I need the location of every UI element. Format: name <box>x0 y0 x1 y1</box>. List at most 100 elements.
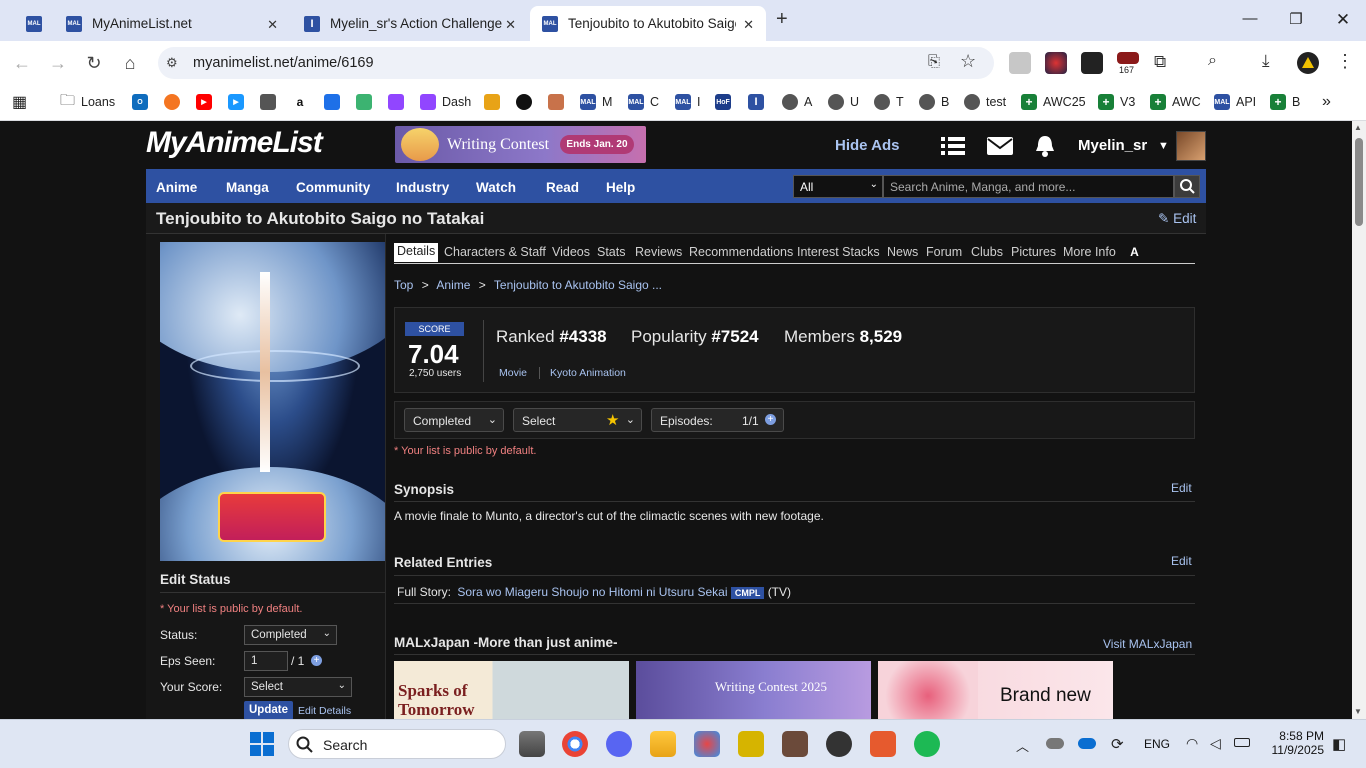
file-explorer-icon[interactable] <box>650 731 676 757</box>
notification-icon[interactable]: ◧ <box>1332 735 1346 753</box>
increment-icon[interactable]: + <box>311 655 322 666</box>
close-icon[interactable]: ✕ <box>505 17 516 33</box>
bookmark-api[interactable]: MAL API <box>1214 92 1256 112</box>
apps-grid-icon[interactable]: ▦ <box>12 92 27 112</box>
task-view-icon[interactable] <box>519 731 545 757</box>
chevron-down-icon[interactable]: ▼ <box>1158 140 1169 152</box>
forward-icon[interactable]: → <box>47 52 69 74</box>
tab-forum[interactable]: Forum <box>926 245 962 259</box>
search-category-select[interactable]: All ⌄ <box>793 175 883 198</box>
tab-clubs[interactable]: Clubs <box>971 245 1003 259</box>
discord-icon[interactable] <box>606 731 632 757</box>
language-indicator[interactable]: ENG <box>1144 737 1170 751</box>
bookmark-cat[interactable] <box>548 92 570 112</box>
tab-stats[interactable]: Stats <box>597 245 626 259</box>
extension-icon[interactable] <box>1081 52 1103 74</box>
bookmark-mal-m[interactable]: MAL M <box>580 92 612 112</box>
tab-more-info[interactable]: More Info <box>1063 245 1116 259</box>
onedrive-icon[interactable] <box>1078 738 1096 749</box>
tab-pictures[interactable]: Pictures <box>1011 245 1056 259</box>
bookmark-awc25[interactable]: + AWC25 <box>1021 92 1086 112</box>
hide-ads-link[interactable]: Hide Ads <box>835 137 899 154</box>
bookmark-test[interactable]: test <box>964 92 1006 112</box>
tab-search-icon[interactable]: ⌕ <box>1208 52 1217 70</box>
popularity-stat[interactable]: Popularity #7524 <box>631 327 759 347</box>
extension-icon[interactable] <box>1117 52 1139 64</box>
install-app-icon[interactable]: ⎘ <box>928 53 940 70</box>
bookmark-mal-c[interactable]: MAL C <box>628 92 659 112</box>
system-clock[interactable]: 8:58 PM 11/9/2025 <box>1266 729 1325 757</box>
bookmark-prime[interactable]: ▶ <box>228 92 250 112</box>
windows-start-icon[interactable] <box>250 732 274 756</box>
app-icon[interactable] <box>870 731 896 757</box>
bookmark-a[interactable]: A <box>782 92 812 112</box>
update-button[interactable]: Update <box>244 701 293 720</box>
puzzle-icon[interactable]: ⧉ <box>1154 52 1166 72</box>
bookmark-twitch[interactable] <box>388 92 410 112</box>
malxjapan-card[interactable]: Sparks of Tomorrow <box>394 661 629 719</box>
bell-icon[interactable] <box>1034 134 1056 158</box>
menu-community[interactable]: Community <box>296 180 370 195</box>
type-link[interactable]: Movie <box>499 367 527 379</box>
bookmark-crunchyroll[interactable] <box>164 92 186 112</box>
breadcrumb-anime[interactable]: Anime <box>436 278 470 292</box>
kebab-menu-icon[interactable]: ⋮ <box>1336 51 1354 72</box>
tab-pinned[interactable]: MAL <box>14 6 54 41</box>
bookmark-t[interactable]: T <box>874 92 904 112</box>
menu-anime[interactable]: Anime <box>156 180 197 195</box>
tab-videos[interactable]: Videos <box>552 245 590 259</box>
sync-icon[interactable]: ⟳ <box>1111 735 1124 753</box>
score-select[interactable]: Select ⌄ <box>244 677 352 697</box>
battery-icon[interactable] <box>1234 738 1250 747</box>
wifi-icon[interactable]: ◠ <box>1186 735 1198 752</box>
bookmark-hof[interactable]: HoF <box>715 92 737 112</box>
malxjapan-card[interactable]: Writing Contest 2025 <box>636 661 871 719</box>
episodes-field[interactable]: Episodes: 1/1 + <box>651 408 784 432</box>
search-input[interactable]: Search Anime, Manga, and more... <box>883 175 1174 198</box>
site-info-icon[interactable]: ⚙ <box>166 55 178 71</box>
anime-poster-image[interactable] <box>160 242 385 561</box>
edit-details-link[interactable]: Edit Details <box>298 705 351 717</box>
bookmark-b2[interactable]: + B <box>1270 92 1300 112</box>
list-icon[interactable] <box>941 136 965 156</box>
bookmark-imgur[interactable]: I <box>748 92 770 112</box>
breadcrumb-top[interactable]: Top <box>394 278 413 292</box>
extension-icon[interactable] <box>1045 52 1067 74</box>
list-score-select[interactable]: Select ★ ⌄ <box>513 408 642 432</box>
tab-recommendations[interactable]: Recommendations <box>689 245 793 259</box>
new-tab-icon[interactable]: + <box>776 8 788 31</box>
eps-seen-input[interactable]: 1 <box>244 651 288 671</box>
app-icon[interactable] <box>782 731 808 757</box>
breadcrumb-current[interactable]: Tenjoubito to Akutobito Saigo ... <box>494 278 662 292</box>
tab-interest-stacks[interactable]: Interest Stacks <box>797 245 880 259</box>
anilist-icon[interactable]: A <box>1127 245 1142 260</box>
avatar[interactable] <box>1176 131 1206 161</box>
mail-icon[interactable] <box>987 137 1013 155</box>
members-stat[interactable]: Members 8,529 <box>784 327 902 347</box>
bookmark-u[interactable]: U <box>828 92 859 112</box>
bookmark-amazon[interactable]: a <box>292 92 314 112</box>
tab-news[interactable]: News <box>887 245 918 259</box>
download-icon[interactable]: ⤓ <box>1262 51 1270 71</box>
studio-link[interactable]: Kyoto Animation <box>550 367 626 379</box>
close-icon[interactable]: ✕ <box>743 17 754 33</box>
ranked-stat[interactable]: Ranked #4338 <box>496 327 607 347</box>
obs-icon[interactable] <box>826 731 852 757</box>
profile-avatar[interactable] <box>1297 52 1319 74</box>
tab-reviews[interactable]: Reviews <box>635 245 682 259</box>
spotify-icon[interactable] <box>914 731 940 757</box>
scroll-down-icon[interactable]: ▼ <box>1354 707 1362 716</box>
search-button[interactable] <box>1174 175 1200 198</box>
app-icon[interactable] <box>738 731 764 757</box>
related-edit-link[interactable]: Edit <box>1171 554 1192 568</box>
status-select[interactable]: Completed ⌄ <box>244 625 337 645</box>
close-icon[interactable]: ✕ <box>267 17 278 33</box>
bookmark-youtube[interactable]: ▶ <box>196 92 218 112</box>
tray-chevron-icon[interactable]: ︿ <box>1016 736 1029 755</box>
bookmark-b[interactable]: B <box>919 92 949 112</box>
extension-icon[interactable] <box>1009 52 1031 74</box>
back-icon[interactable]: ← <box>11 52 33 74</box>
tab-characters-staff[interactable]: Characters & Staff <box>444 245 546 259</box>
bookmark-mal-i[interactable]: MAL I <box>675 92 700 112</box>
username-menu[interactable]: Myelin_sr <box>1078 137 1147 154</box>
